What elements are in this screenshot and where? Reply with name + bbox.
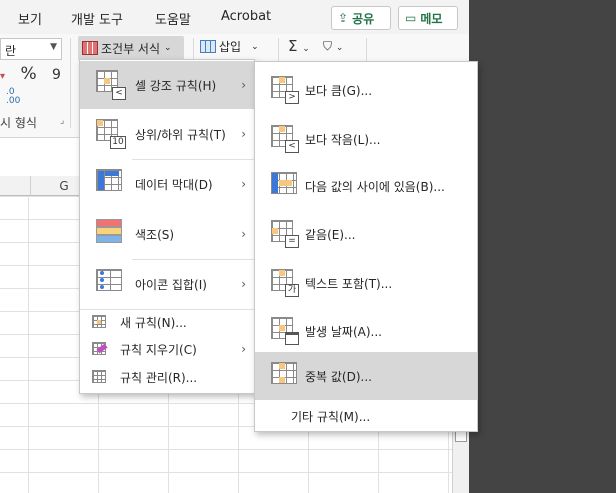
chevron-right-icon: ›	[241, 342, 246, 356]
number-format-value: 란	[5, 44, 17, 58]
chevron-down-icon: ⌄	[335, 43, 344, 53]
insert-label: 삽입	[219, 40, 242, 54]
menu-item-manage-rules[interactable]: 규칙 관리(R)...	[80, 365, 254, 389]
chevron-down-icon: ⌄	[251, 41, 259, 52]
menu-item-duplicate-values[interactable]: 중복 값(D)...	[255, 352, 477, 400]
menu-item-new-rule[interactable]: 새 규칙(N)...	[80, 310, 254, 334]
chevron-right-icon: ›	[241, 127, 246, 141]
number-format-combo[interactable]: 란 ▼	[0, 38, 62, 60]
autosum-icon: Σ	[288, 37, 298, 55]
comment-icon: ▭	[405, 11, 417, 25]
menu-item-label: 규칙 지우기(C)	[120, 342, 197, 357]
menu-item-label: 상위/하위 규칙(T)	[135, 127, 226, 142]
menu-item-label: 다음 값의 사이에 있음(B)...	[305, 180, 445, 194]
decimal-bottom: .00	[6, 96, 21, 106]
equal-to-icon: =	[271, 220, 299, 248]
greater-than-icon: >	[271, 76, 299, 104]
menu-item-label: 같음(E)...	[305, 228, 356, 242]
group-separator	[70, 38, 71, 128]
chevron-down-icon: ▼	[50, 42, 57, 52]
color-scales-icon	[96, 219, 126, 249]
insert-cells-button[interactable]: 삽입 ⌄	[200, 38, 259, 55]
menu-item-label: 색조(S)	[135, 227, 175, 242]
ribbon-tab-row: 보기 개발 도구 도움말 Acrobat ⇪ 공유 ▭ 메모	[0, 0, 469, 34]
tab-view[interactable]: 보기	[18, 9, 42, 28]
tab-developer[interactable]: 개발 도구	[71, 9, 123, 28]
share-label: 공유	[352, 11, 375, 26]
comma-style-button[interactable]: 9	[52, 67, 61, 83]
tab-help[interactable]: 도움말	[155, 9, 191, 28]
menu-item-icon-sets[interactable]: 아이콘 집합(I) ›	[80, 260, 254, 308]
highlight-cells-rules-icon: <	[96, 70, 126, 100]
icon-sets-icon	[96, 269, 126, 299]
autosum-button[interactable]: Σ ⌄	[288, 37, 310, 55]
menu-item-label: 데이터 막대(D)	[135, 177, 213, 192]
percent-style-button[interactable]: %	[20, 64, 36, 84]
menu-item-label: 발생 날짜(A)...	[305, 325, 382, 339]
less-than-icon: <	[271, 125, 299, 153]
data-bars-icon	[96, 169, 126, 199]
manage-rules-icon	[92, 370, 107, 384]
menu-item-top-bottom-rules[interactable]: 10 상위/하위 규칙(T) ›	[80, 110, 254, 158]
highlight-cells-rules-submenu: > 보다 큼(G)... < 보다 작음(L)... 다음 값의 사이에 있음(…	[254, 61, 478, 432]
currency-dropdown-icon[interactable]: ▾	[0, 71, 5, 82]
between-icon	[271, 172, 299, 200]
desktop-background	[469, 0, 616, 493]
date-occurring-icon	[271, 317, 299, 345]
menu-item-clear-rules[interactable]: 규칙 지우기(C) ›	[80, 337, 254, 361]
chevron-right-icon: ›	[241, 177, 246, 191]
menu-item-label: 새 규칙(N)...	[120, 315, 187, 330]
dialog-launcher-icon[interactable]: ⌟	[60, 116, 64, 126]
chevron-right-icon: ›	[241, 227, 246, 241]
sort-filter-button[interactable]: ⛉ ⌄	[323, 39, 343, 54]
insert-cells-icon	[200, 40, 216, 53]
chevron-right-icon: ›	[241, 78, 246, 92]
menu-item-highlight-cells-rules[interactable]: < 셀 강조 규칙(H) ›	[80, 61, 254, 109]
conditional-formatting-menu: < 셀 강조 규칙(H) › 10 상위/하위 규칙(T) › 데이터 막대(D…	[79, 59, 255, 394]
conditional-formatting-button[interactable]: 조건부 서식 ⌄	[78, 36, 184, 60]
text-contains-icon: 가	[271, 269, 299, 297]
chevron-down-icon: ⌄	[164, 43, 172, 53]
menu-item-label: 보다 작음(L)...	[305, 133, 381, 147]
menu-item-less-than[interactable]: < 보다 작음(L)...	[255, 115, 477, 163]
menu-item-color-scales[interactable]: 색조(S) ›	[80, 210, 254, 258]
new-rule-icon	[92, 315, 107, 329]
number-group-label: 시 형식	[0, 116, 37, 130]
number-format-buttons: ▾ % 9	[0, 64, 61, 84]
menu-item-label: 규칙 관리(R)...	[120, 370, 198, 385]
chevron-down-icon: ⌄	[302, 44, 310, 54]
menu-item-label: 아이콘 집합(I)	[135, 277, 207, 292]
menu-item-between[interactable]: 다음 값의 사이에 있음(B)...	[255, 162, 477, 210]
conditional-formatting-icon	[82, 41, 98, 55]
top-bottom-rules-icon: 10	[96, 119, 126, 149]
menu-item-label: 셀 강조 규칙(H)	[135, 78, 217, 93]
conditional-formatting-label: 조건부 서식	[101, 41, 161, 56]
chevron-right-icon: ›	[241, 277, 246, 291]
menu-item-label: 보다 큼(G)...	[305, 84, 373, 98]
menu-item-data-bars[interactable]: 데이터 막대(D) ›	[80, 160, 254, 208]
menu-item-label: 텍스트 포함(T)...	[305, 277, 393, 291]
tab-acrobat[interactable]: Acrobat	[221, 9, 271, 24]
menu-item-more-rules[interactable]: 기타 규칙(M)...	[255, 404, 477, 428]
menu-item-date-occurring[interactable]: 발생 날짜(A)...	[255, 307, 477, 355]
comments-label: 메모	[420, 11, 443, 26]
filter-icon: ⛉	[323, 39, 333, 53]
share-button[interactable]: ⇪ 공유	[331, 6, 391, 30]
decrease-decimal-button[interactable]: .0 .00	[6, 88, 20, 106]
menu-item-label: 기타 규칙(M)...	[291, 410, 371, 424]
menu-item-greater-than[interactable]: > 보다 큼(G)...	[255, 66, 477, 114]
duplicate-values-icon	[271, 362, 299, 390]
share-icon: ⇪	[338, 11, 349, 25]
menu-item-text-contains[interactable]: 가 텍스트 포함(T)...	[255, 259, 477, 307]
clear-rules-icon	[92, 342, 108, 356]
menu-item-label: 중복 값(D)...	[305, 370, 372, 384]
menu-item-equal-to[interactable]: = 같음(E)...	[255, 210, 477, 258]
comments-button[interactable]: ▭ 메모	[398, 6, 458, 30]
